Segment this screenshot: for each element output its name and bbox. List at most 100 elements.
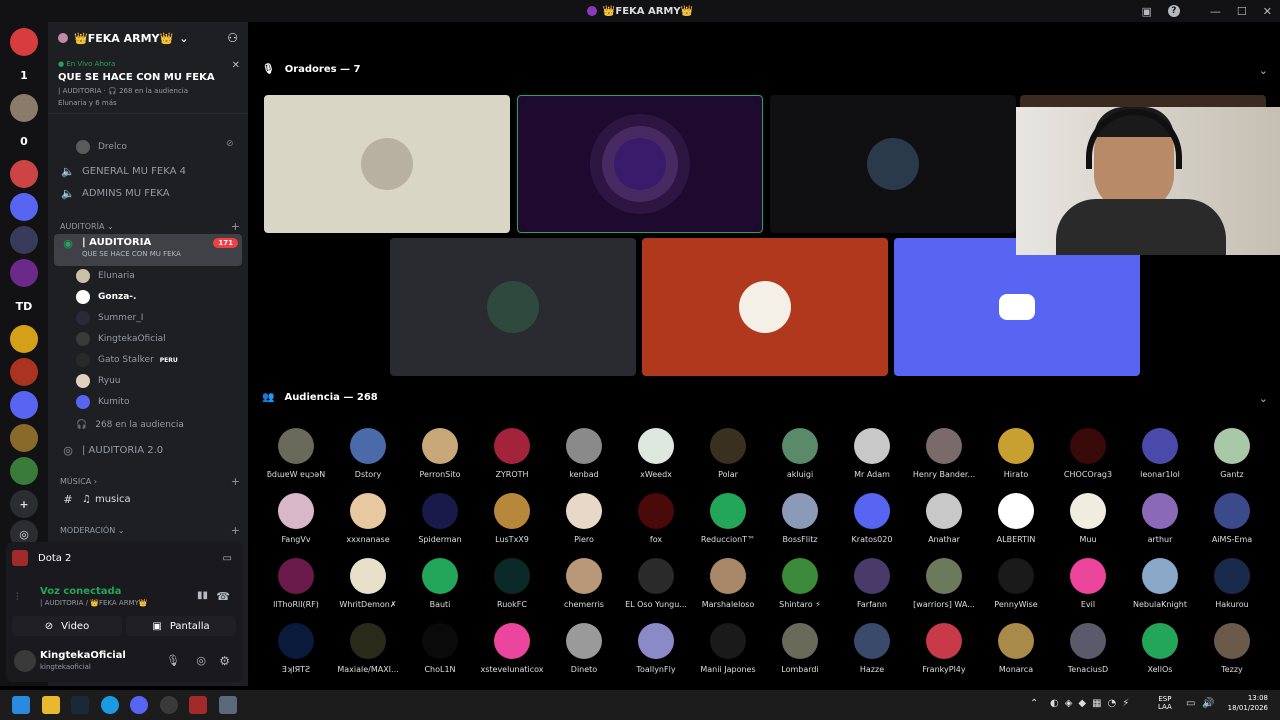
microphone-icon[interactable]: 🎙 [166, 654, 180, 667]
audience-member[interactable]: xxxnanase [332, 493, 404, 544]
file-explorer-icon[interactable] [42, 696, 60, 714]
dota-taskbar-icon[interactable] [189, 696, 207, 714]
audience-member[interactable]: ReduccionT™ [692, 493, 764, 544]
voice-user[interactable]: Summer_I [76, 309, 143, 327]
audience-member[interactable]: RuokFC [476, 558, 548, 609]
server-icon[interactable] [10, 226, 38, 254]
tray-chevron-icon[interactable]: ⌃ [1030, 698, 1038, 709]
server-icon[interactable] [10, 94, 38, 122]
audience-member[interactable]: Dineto [548, 623, 620, 674]
audience-member[interactable]: XellOs [1124, 623, 1196, 674]
voice-user[interactable]: Kumito [76, 393, 129, 411]
audience-member[interactable]: Shintaro ⚡ [764, 558, 836, 609]
voice-user[interactable]: Ryuu [76, 372, 121, 390]
gear-icon[interactable]: ⚙ [219, 654, 230, 668]
audience-member[interactable]: Mr Adam [836, 428, 908, 479]
speakers-header[interactable]: 🎙 Oradores — 7 [262, 64, 361, 75]
audience-member[interactable]: AiMS-Ema [1196, 493, 1268, 544]
voice-user-drelco[interactable]: Drelco [76, 138, 127, 156]
chevron-down-icon[interactable]: ⌄ [1259, 64, 1268, 77]
server-icon[interactable] [10, 193, 38, 221]
audience-member[interactable]: Monarca [980, 623, 1052, 674]
audience-member[interactable]: xstevelunaticox [476, 623, 548, 674]
speaker-tile[interactable] [770, 95, 1016, 233]
server-icon[interactable] [10, 259, 38, 287]
minimize-button[interactable]: — [1210, 5, 1221, 18]
audience-member[interactable]: akluigi [764, 428, 836, 479]
tray-icons[interactable]: ◐◈◆▦◔⚡ [1050, 698, 1135, 709]
audience-member[interactable]: Henry Bander... [908, 428, 980, 479]
close-window-button[interactable]: ✕ [1263, 5, 1272, 18]
live-stage-card[interactable]: ● En Vivo Ahora QUE SE HACE CON MU FEKA … [48, 54, 248, 114]
speaker-tile[interactable] [390, 238, 636, 376]
audience-member[interactable]: Hakurou [1196, 558, 1268, 609]
game-activity-icon[interactable]: ▭ [223, 553, 232, 564]
audience-member[interactable]: ZYROTH [476, 428, 548, 479]
audience-member[interactable]: Dstory [332, 428, 404, 479]
user-panel[interactable]: KingtekaOficial kingtekaoficial 🎙 ◎ ⚙ [12, 646, 236, 678]
server-header[interactable]: 👑FEKA ARMY👑 ⌄ ⚇ [48, 22, 248, 54]
add-channel-icon[interactable]: + [231, 220, 240, 233]
maximize-button[interactable]: ☐ [1237, 5, 1247, 18]
headphones-icon[interactable]: ◎ [196, 654, 206, 667]
audience-member[interactable]: xWeedx [620, 428, 692, 479]
server-icon[interactable] [10, 424, 38, 452]
channel-auditoria-2[interactable]: ◎ | AUDITORIA 2.0 [48, 440, 248, 460]
audience-member[interactable]: Maxiale/MAXI... [332, 623, 404, 674]
discord-taskbar-icon[interactable] [130, 696, 148, 714]
inbox-icon[interactable]: ▣ [1142, 5, 1152, 18]
audience-member[interactable]: llThoRll(RF) [260, 558, 332, 609]
steam-icon[interactable] [71, 696, 89, 714]
speaker-tile[interactable] [517, 95, 763, 233]
audience-member[interactable]: Spiderman [404, 493, 476, 544]
server-icon[interactable] [10, 160, 38, 188]
audience-member[interactable]: ƎʞIЯTƧ [260, 623, 332, 674]
help-icon[interactable]: ? [1167, 5, 1180, 17]
audience-member[interactable]: chemerris [548, 558, 620, 609]
screen-share-button[interactable]: ▣ Pantalla [126, 616, 236, 636]
audience-member[interactable]: Gantz [1196, 428, 1268, 479]
voice-connected[interactable]: ⫶ Voz conectada | AUDITORIA / 👑FEKA ARMY… [12, 586, 236, 607]
network-icon[interactable]: ▭ [1186, 698, 1195, 709]
audience-member[interactable]: arthur [1124, 493, 1196, 544]
server-icon[interactable] [10, 358, 38, 386]
audience-member[interactable]: FrankyPl4y [908, 623, 980, 674]
audience-member[interactable]: LusTxX9 [476, 493, 548, 544]
audience-member[interactable]: Anathar [908, 493, 980, 544]
server-icon[interactable] [10, 28, 38, 56]
disconnect-icon[interactable]: ☎ [216, 590, 230, 603]
audience-member[interactable]: TenaciusD [1052, 623, 1124, 674]
audience-member[interactable]: kenbad [548, 428, 620, 479]
audience-member[interactable]: Manii Japones [692, 623, 764, 674]
server-icon[interactable]: TD [10, 292, 38, 320]
audience-member[interactable]: NebulaKnight [1124, 558, 1196, 609]
audience-member[interactable]: Hazze [836, 623, 908, 674]
video-button[interactable]: ⊘ Video [12, 616, 122, 636]
voice-user[interactable]: Elunaria [76, 267, 135, 285]
audience-member[interactable]: CHOCOrag3 [1052, 428, 1124, 479]
calculator-icon[interactable] [219, 696, 237, 714]
chrome-icon[interactable] [160, 696, 178, 714]
audience-member[interactable]: Polar [692, 428, 764, 479]
audience-member[interactable]: ƃdɯɐW ɐɥɔǝN [260, 428, 332, 479]
audience-header[interactable]: 👥 Audiencia — 268 [262, 392, 378, 403]
audience-member[interactable]: ALBERTIN [980, 493, 1052, 544]
channel-musica[interactable]: # ♫ musica [48, 489, 248, 509]
voice-user[interactable]: Gato Stalker PERU [76, 351, 178, 369]
audience-member[interactable]: Piero [548, 493, 620, 544]
language-indicator[interactable]: ESP LAA [1158, 695, 1172, 711]
audience-member[interactable]: FangVv [260, 493, 332, 544]
audience-count[interactable]: 🎧 268 en la audiencia [76, 416, 184, 434]
audience-member[interactable]: BossFlitz [764, 493, 836, 544]
volume-icon[interactable]: 🔊 [1202, 698, 1214, 709]
audience-member[interactable]: Lombardi [764, 623, 836, 674]
add-server-icon[interactable]: + [10, 490, 38, 518]
clock[interactable]: 13:08 18/01/2026 [1222, 694, 1268, 712]
audience-member[interactable]: Evil [1052, 558, 1124, 609]
audience-member[interactable]: PerronSito [404, 428, 476, 479]
audience-member[interactable]: Hirato [980, 428, 1052, 479]
server-icon[interactable]: 1 [10, 61, 38, 89]
speaker-tile[interactable] [642, 238, 888, 376]
audience-member[interactable]: ToallynFly [620, 623, 692, 674]
speaker-tile[interactable] [894, 238, 1140, 376]
